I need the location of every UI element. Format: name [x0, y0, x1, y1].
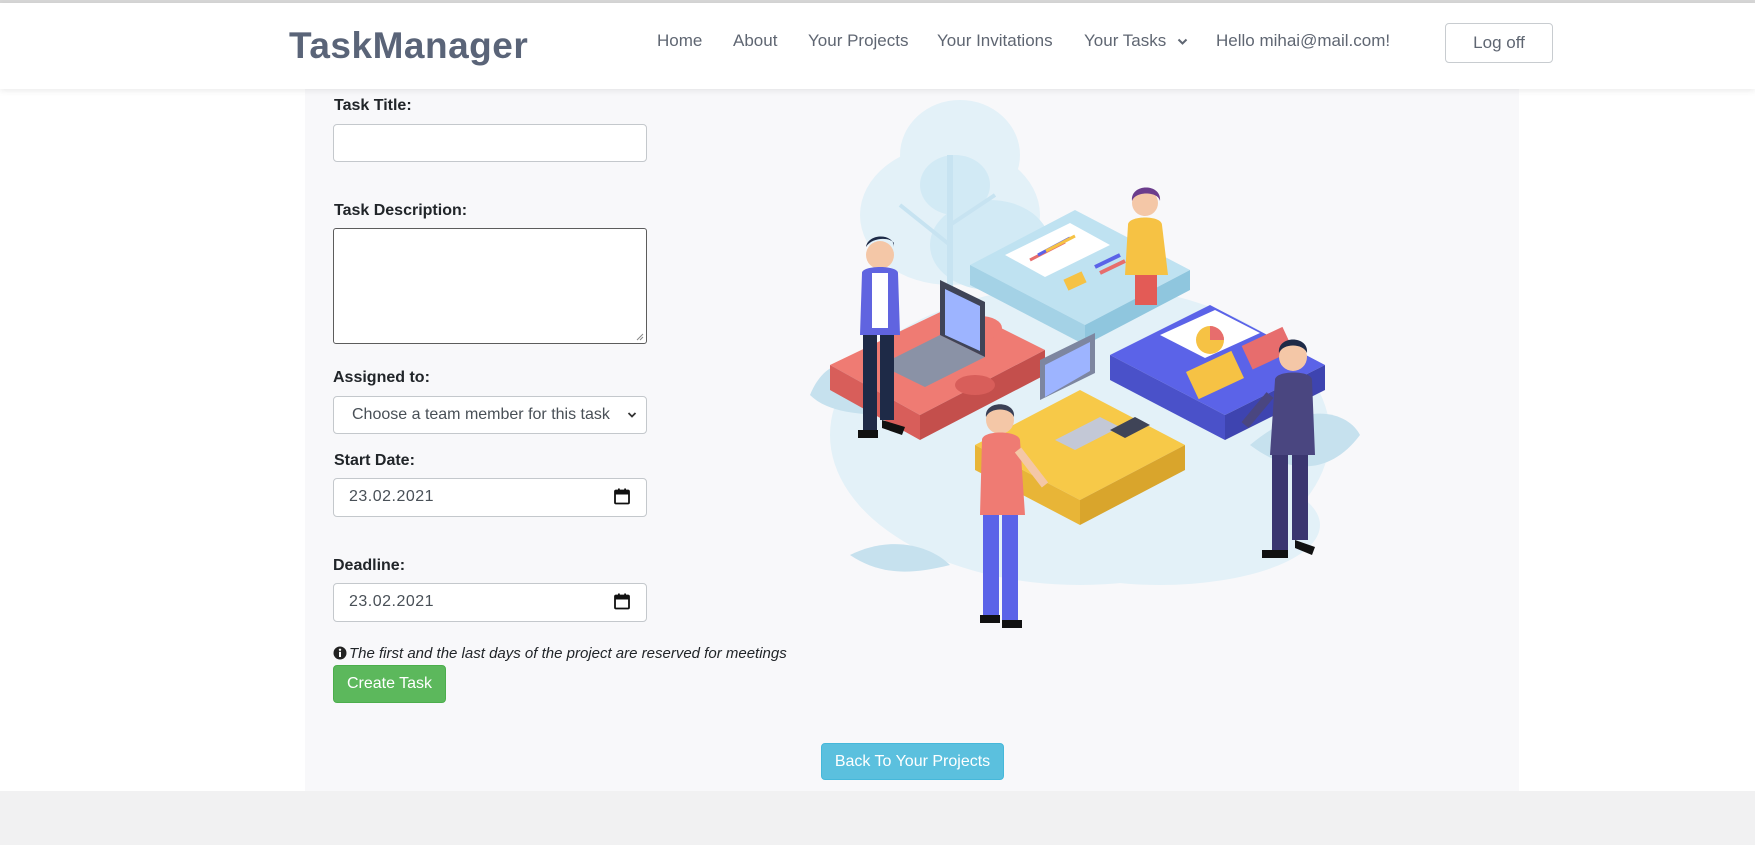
nav-your-tasks-dropdown[interactable]: Your Tasks — [1084, 31, 1188, 51]
meetings-note-text: The first and the last days of the proje… — [349, 645, 787, 662]
info-icon — [333, 646, 347, 660]
resize-grip-icon[interactable] — [634, 331, 644, 341]
calendar-icon[interactable] — [614, 593, 630, 610]
meetings-note: The first and the last days of the proje… — [333, 645, 787, 662]
task-title-label: Task Title: — [334, 97, 412, 114]
user-greeting: Hello mihai@mail.com! — [1216, 31, 1391, 50]
brand-logo[interactable]: TaskManager — [289, 25, 528, 67]
nav-your-tasks-label: Your Tasks — [1084, 31, 1167, 50]
start-date-input[interactable]: 23.02.2021 — [333, 478, 647, 517]
task-description-label: Task Description: — [334, 202, 468, 219]
nav-about[interactable]: About — [733, 31, 777, 51]
chevron-down-icon — [1177, 38, 1188, 45]
nav-your-projects[interactable]: Your Projects — [808, 31, 908, 51]
team-puzzle-illustration — [810, 100, 1360, 628]
calendar-icon[interactable] — [614, 488, 630, 505]
navbar: TaskManager Home About Your Projects You… — [0, 3, 1755, 89]
chevron-down-icon — [627, 412, 637, 418]
deadline-label: Deadline: — [333, 557, 406, 574]
log-off-button[interactable]: Log off — [1445, 23, 1553, 63]
nav-your-invitations[interactable]: Your Invitations — [937, 31, 1053, 51]
nav-home[interactable]: Home — [657, 31, 702, 51]
assigned-to-selected-value: Choose a team member for this task — [352, 406, 610, 423]
back-to-projects-button[interactable]: Back To Your Projects — [821, 743, 1004, 780]
task-title-input[interactable] — [333, 124, 647, 162]
start-date-value: 23.02.2021 — [349, 488, 435, 505]
create-task-button[interactable]: Create Task — [333, 665, 446, 703]
assigned-to-label: Assigned to: — [333, 369, 430, 386]
deadline-value: 23.02.2021 — [349, 593, 435, 610]
start-date-label: Start Date: — [334, 452, 415, 469]
assigned-to-select[interactable]: Choose a team member for this task — [333, 396, 647, 434]
task-description-textarea[interactable] — [333, 228, 647, 344]
deadline-input[interactable]: 23.02.2021 — [333, 583, 647, 622]
